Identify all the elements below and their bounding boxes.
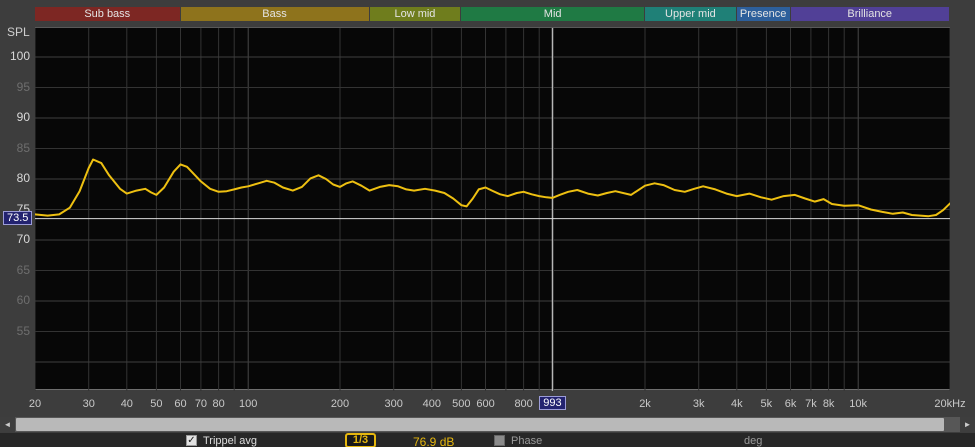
y-tick-65: 65 (0, 263, 30, 277)
cursor-db-readout: 76.9 dB (413, 435, 454, 447)
band-sub-bass: Sub bass (35, 7, 180, 21)
x-tick-2k: 2k (623, 398, 667, 410)
y-tick-80: 80 (0, 171, 30, 185)
average-checkbox-label: Trippel avg (203, 435, 257, 447)
x-tick-10k: 10k (836, 398, 880, 410)
y-tick-95: 95 (0, 80, 30, 94)
y-tick-70: 70 (0, 232, 30, 246)
spl-axis-title: SPL (7, 25, 30, 39)
x-tick-5k: 5k (744, 398, 788, 410)
band-upper-mid: Upper mid (645, 7, 736, 21)
plot-area[interactable] (35, 27, 950, 390)
x-tick-3k: 3k (677, 398, 721, 410)
spl-chart (35, 28, 950, 391)
cursor-spl-readout: 73.5 (3, 211, 32, 225)
x-tick-300: 300 (372, 398, 416, 410)
x-tick-70: 70 (179, 398, 223, 410)
x-tick-8k: 8k (807, 398, 851, 410)
x-tick-600: 600 (464, 398, 508, 410)
y-tick-100: 100 (0, 49, 30, 63)
left-arrow-icon: ◄ (4, 420, 12, 429)
x-tick-80: 80 (197, 398, 241, 410)
y-tick-60: 60 (0, 293, 30, 307)
x-tick-60: 60 (159, 398, 203, 410)
x-tick-400: 400 (410, 398, 454, 410)
band-low-mid: Low mid (370, 7, 461, 21)
right-arrow-icon: ► (964, 420, 972, 429)
spl-analyzer-window: SPL Sub bassBassLow midMidUpper midPrese… (0, 0, 975, 447)
smoothing-selector[interactable]: 1/3 (345, 433, 376, 447)
x-tick-7k: 7k (789, 398, 833, 410)
band-mid: Mid (461, 7, 644, 21)
x-tick-200: 200 (318, 398, 362, 410)
scrollbar-thumb[interactable] (16, 418, 944, 431)
band-presence: Presence (737, 7, 790, 21)
y-tick-90: 90 (0, 110, 30, 124)
band-bass: Bass (181, 7, 369, 21)
band-brilliance: Brilliance (791, 7, 949, 21)
check-icon: ✓ (187, 435, 195, 446)
x-tick-50: 50 (134, 398, 178, 410)
x-tick-30: 30 (67, 398, 111, 410)
x-tick-40: 40 (105, 398, 149, 410)
cursor-frequency-readout: 993 (539, 396, 565, 410)
scrollbar-right-button[interactable]: ► (960, 417, 975, 432)
x-tick-100: 100 (226, 398, 270, 410)
phase-checkbox[interactable] (494, 435, 505, 446)
x-tick-20kHz: 20kHz (928, 398, 972, 410)
frequency-band-strip: Sub bassBassLow midMidUpper midPresenceB… (0, 7, 975, 21)
unit-label: deg (744, 435, 762, 447)
y-tick-85: 85 (0, 141, 30, 155)
x-tick-6k: 6k (769, 398, 813, 410)
phase-checkbox-label: Phase (511, 435, 542, 447)
spl-curve (35, 160, 950, 217)
y-tick-55: 55 (0, 324, 30, 338)
x-tick-500: 500 (439, 398, 483, 410)
x-tick-20: 20 (13, 398, 57, 410)
x-tick-4k: 4k (715, 398, 759, 410)
horizontal-scrollbar[interactable]: ◄ ► (0, 417, 975, 432)
average-checkbox[interactable]: ✓ (186, 435, 197, 446)
bottom-control-bar: ✓ Trippel avg 1/3 76.9 dB Phase deg (0, 433, 975, 447)
scrollbar-left-button[interactable]: ◄ (0, 417, 15, 432)
